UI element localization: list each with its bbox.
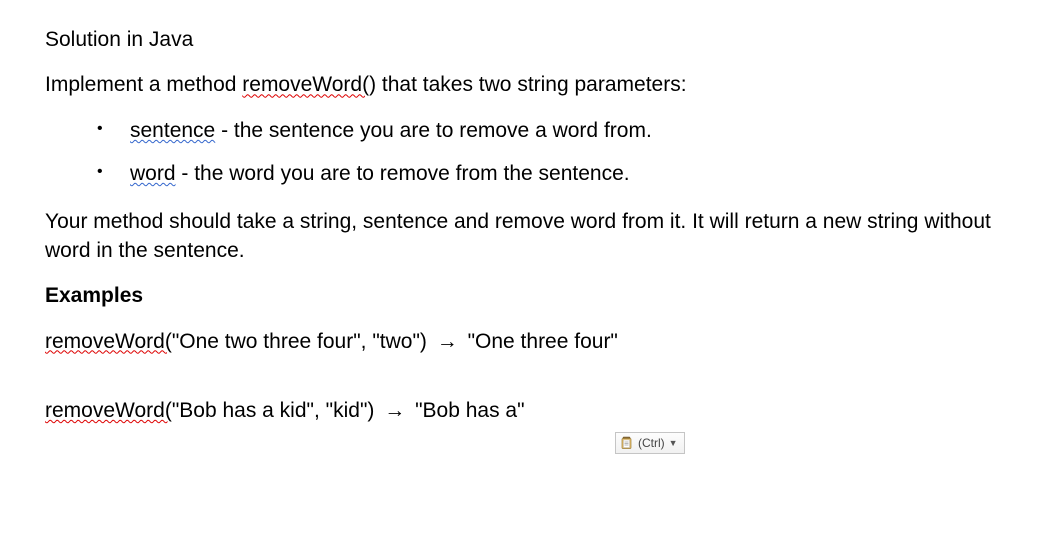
clipboard-icon [620, 436, 634, 450]
intro-line: Implement a method removeWord() that tak… [45, 70, 1018, 99]
paste-label: (Ctrl) [638, 435, 665, 452]
example-args: "Bob has a kid", "kid") [172, 399, 380, 422]
method-name: removeWord( [242, 73, 369, 96]
example-line: removeWord("One two three four", "two") … [45, 327, 1018, 356]
list-item: sentence - the sentence you are to remov… [45, 116, 1018, 145]
paste-options-button[interactable]: (Ctrl) ▼ [615, 432, 685, 455]
example-line: removeWord("Bob has a kid", "kid") → "Bo… [45, 396, 1018, 425]
title-line: Solution in Java [45, 25, 1018, 54]
body-text: Your method should take a string, senten… [45, 210, 991, 262]
param-desc: - the word you are to remove from the se… [176, 162, 630, 185]
body-paragraph: Your method should take a string, senten… [45, 207, 1018, 266]
intro-suffix: that takes two string parameters: [376, 73, 686, 96]
example-args: "One two three four", "two") [172, 330, 433, 353]
param-term: sentence [130, 119, 215, 142]
example-result: "One three four" [462, 330, 618, 353]
chevron-down-icon: ▼ [669, 437, 678, 450]
examples-heading-text: Examples [45, 284, 143, 307]
list-item: word - the word you are to remove from t… [45, 159, 1018, 188]
example-result: "Bob has a" [409, 399, 524, 422]
arrow-icon: → [437, 327, 458, 356]
example-call: removeWord( [45, 330, 172, 353]
examples-heading: Examples [45, 281, 1018, 310]
param-desc: - the sentence you are to remove a word … [215, 119, 652, 142]
arrow-icon: → [384, 396, 405, 425]
param-term: word [130, 162, 176, 185]
parameter-list: sentence - the sentence you are to remov… [45, 116, 1018, 189]
title-text: Solution in Java [45, 28, 193, 51]
intro-prefix: Implement a method [45, 73, 242, 96]
example-call: removeWord( [45, 399, 172, 422]
